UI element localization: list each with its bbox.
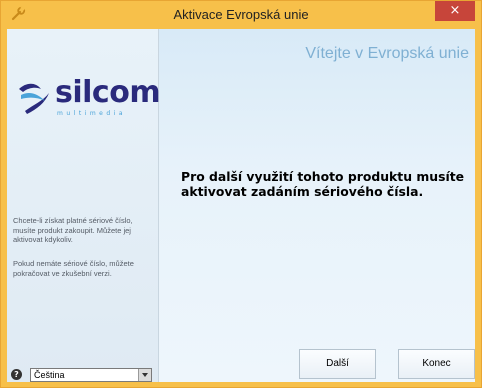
purchase-info-text: Chcete-li získat platné sériové číslo, m…	[13, 216, 133, 244]
left-panel: silcom multimedia Chcete-li získat platn…	[7, 29, 161, 382]
trial-info-text: Pokud nemáte sériové číslo, můžete pokra…	[13, 259, 134, 278]
welcome-heading: Vítejte v Evropská unie	[305, 45, 469, 62]
logo-subtitle: multimedia	[57, 110, 127, 117]
dialog-body: silcom multimedia Chcete-li získat platn…	[7, 29, 475, 382]
window-title: Aktivace Evropská unie	[173, 7, 309, 22]
content-panel: Vítejte v Evropská unie Pro další využit…	[159, 29, 475, 382]
next-button[interactable]: Další	[299, 349, 376, 379]
dropdown-arrow-button[interactable]	[138, 369, 151, 381]
activation-message: Pro další využití tohoto produktu musíte…	[181, 169, 465, 199]
title-bar[interactable]: Aktivace Evropská unie ×	[1, 1, 481, 29]
logo-swoosh-icon	[19, 83, 49, 114]
end-button[interactable]: Konec	[398, 349, 475, 379]
silcom-logo: silcom multimedia	[15, 69, 161, 119]
close-button[interactable]: ×	[435, 1, 475, 21]
close-icon: ×	[449, 3, 461, 18]
language-dropdown[interactable]: Čeština	[30, 368, 152, 382]
logo-wordmark: silcom	[55, 75, 161, 110]
help-icon[interactable]: ?	[11, 369, 22, 380]
language-value: Čeština	[34, 370, 65, 380]
activation-window: Aktivace Evropská unie × silcom multimed…	[0, 0, 482, 388]
chevron-down-icon	[142, 373, 148, 377]
